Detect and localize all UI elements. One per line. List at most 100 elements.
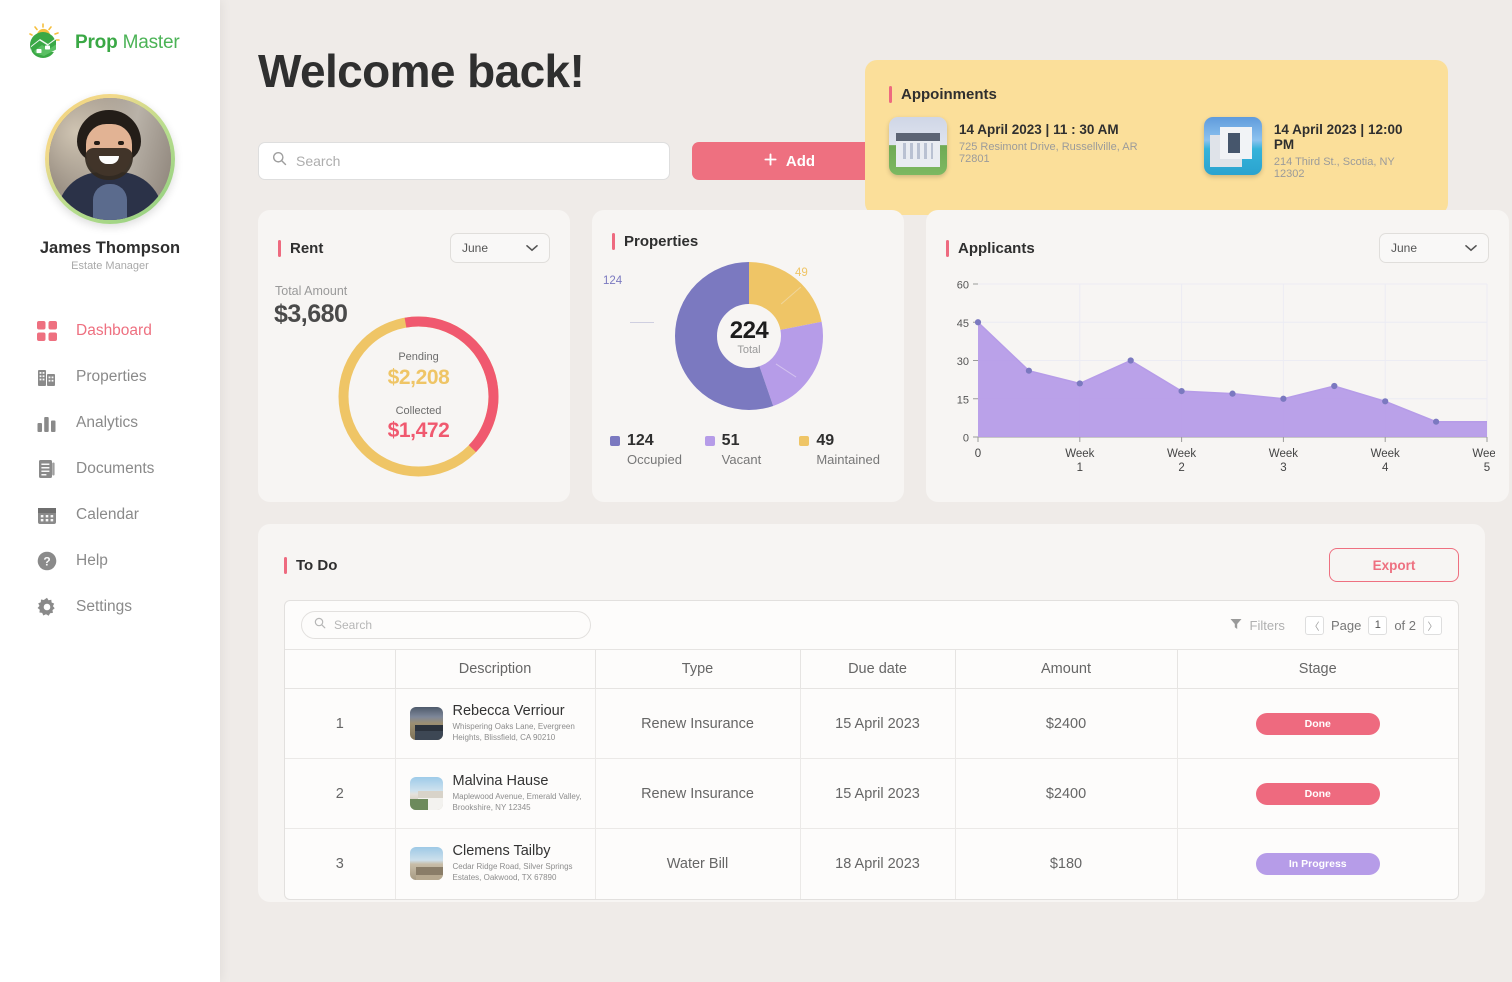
title-accent-bar [612,233,615,250]
next-page-button[interactable]: 〉 [1423,616,1442,635]
todo-table-toolbar: Filters 〈 Page 1 of 2 〉 [285,601,1458,649]
cell-amount: $180 [955,829,1177,899]
appointments-title-text: Appoinments [901,86,997,103]
status-badge[interactable]: Done [1256,713,1380,735]
brand-logo[interactable]: Prop Master [0,20,220,66]
search-input[interactable] [258,142,670,180]
appointments-card: Appoinments 14 April 2023 | 11 : 30 AM 7… [865,60,1448,215]
add-button[interactable]: Add [692,142,887,180]
avatar-photo [49,98,171,220]
sidebar-item-properties[interactable]: Properties [0,354,220,400]
filters-button[interactable]: Filters [1230,618,1285,633]
todo-table: Description Type Due date Amount Stage 1 [285,649,1458,899]
calendar-icon [36,504,58,526]
rent-card-header: Rent June [258,233,570,263]
row-name: Rebecca Verriour [453,703,595,719]
svg-text:30: 30 [957,356,969,368]
sidebar-item-dashboard[interactable]: Dashboard [0,308,220,354]
properties-callout-occupied: 124 [603,275,622,287]
cell-amount: $2400 [955,689,1177,759]
cell-stage: In Progress [1177,829,1458,899]
legend-value: 49 [816,432,834,450]
rent-collected-value: $1,472 [388,419,450,443]
search-icon [272,151,287,171]
column-header-description: Description [395,650,595,689]
cell-due-date: 15 April 2023 [800,759,955,829]
table-row[interactable]: 1 Rebecca Verriour Whispering Oaks Lane,… [285,689,1458,759]
title-accent-bar [284,557,287,574]
bar-chart-icon [36,412,58,434]
rent-period-select[interactable]: June [450,233,550,263]
title-accent-bar [889,86,892,103]
cell-index: 1 [285,689,395,759]
cell-type: Water Bill [595,829,800,899]
applicants-title: Applicants [946,240,1035,257]
todo-search-field[interactable] [334,618,578,632]
page-number-input[interactable]: 1 [1368,616,1387,635]
sidebar-item-label: Settings [76,598,132,616]
table-row[interactable]: 2 Malvina Hause Maplewood Avenue, Emeral… [285,759,1458,829]
todo-card: To Do Export [258,524,1485,902]
farm-sun-logo-icon [26,22,68,64]
search-field[interactable] [296,153,656,169]
chevron-down-icon [1465,241,1477,255]
svg-text:?: ? [43,555,50,569]
status-badge[interactable]: In Progress [1256,853,1380,875]
sidebar-item-analytics[interactable]: Analytics [0,400,220,446]
sidebar-nav: Dashboard Properties [0,308,220,630]
svg-text:Week: Week [1269,448,1298,460]
appointment-item[interactable]: 14 April 2023 | 11 : 30 AM 725 Resimont … [889,117,1166,180]
svg-text:60: 60 [957,280,969,292]
svg-text:0: 0 [975,448,981,460]
sidebar-item-label: Calendar [76,506,139,524]
appointment-datetime: 14 April 2023 | 11 : 30 AM [959,122,1166,137]
sidebar-item-documents[interactable]: Documents [0,446,220,492]
svg-text:15: 15 [957,394,969,406]
svg-text:4: 4 [1382,462,1389,474]
pagination: 〈 Page 1 of 2 〉 [1305,616,1442,635]
properties-donut-center: 224 Total [675,262,823,410]
title-accent-bar [946,240,949,257]
svg-text:Week: Week [1167,448,1196,460]
rent-period-value: June [462,241,488,255]
appointments-title: Appoinments [889,86,1424,103]
brand-name: Prop Master [75,32,179,54]
status-badge[interactable]: Done [1256,783,1380,805]
properties-card-header: Properties [592,233,904,250]
svg-text:1: 1 [1077,462,1083,474]
sidebar-item-calendar[interactable]: Calendar [0,492,220,538]
appointment-item[interactable]: 14 April 2023 | 12:00 PM 214 Third St., … [1204,117,1424,180]
prev-page-button[interactable]: 〈 [1305,616,1324,635]
svg-text:45: 45 [957,318,969,330]
todo-table-controls: Filters 〈 Page 1 of 2 〉 [1230,616,1442,635]
sidebar-item-label: Analytics [76,414,138,432]
table-row[interactable]: 3 Clemens Tailby Cedar Ridge Road, Silve… [285,829,1458,899]
page-label: Page [1331,618,1361,633]
document-icon [36,458,58,480]
sidebar-item-help[interactable]: ? Help [0,538,220,584]
sidebar-item-settings[interactable]: Settings [0,584,220,630]
title-accent-bar [278,240,281,257]
todo-search-input[interactable] [301,611,591,639]
legend-label: Occupied [627,452,682,467]
main-content: Welcome back! Add [220,0,1512,982]
legend-label: Maintained [816,452,880,467]
properties-legend: 124 Occupied 51 Vacant [592,432,904,467]
cell-index: 2 [285,759,395,829]
property-thumbnail [410,707,443,740]
export-button[interactable]: Export [1329,548,1459,582]
todo-table-wrapper: Filters 〈 Page 1 of 2 〉 [284,600,1459,900]
rent-collected-label: Collected [396,405,442,417]
row-name: Malvina Hause [453,773,595,789]
todo-header: To Do Export [284,548,1459,582]
applicants-period-select[interactable]: June [1379,233,1489,263]
user-name: James Thompson [0,239,220,258]
rent-donut-chart: Pending $2,208 Collected $1,472 [336,314,501,479]
rent-pending-label: Pending [398,351,438,363]
properties-title: Properties [612,233,698,250]
avatar[interactable] [45,94,175,224]
row-address: Whispering Oaks Lane, Evergreen Heights,… [453,722,595,744]
sidebar: Prop Master James Thompson Estate Manage… [0,0,220,982]
todo-table-body: 1 Rebecca Verriour Whispering Oaks Lane,… [285,689,1458,899]
rent-title: Rent [278,240,323,257]
